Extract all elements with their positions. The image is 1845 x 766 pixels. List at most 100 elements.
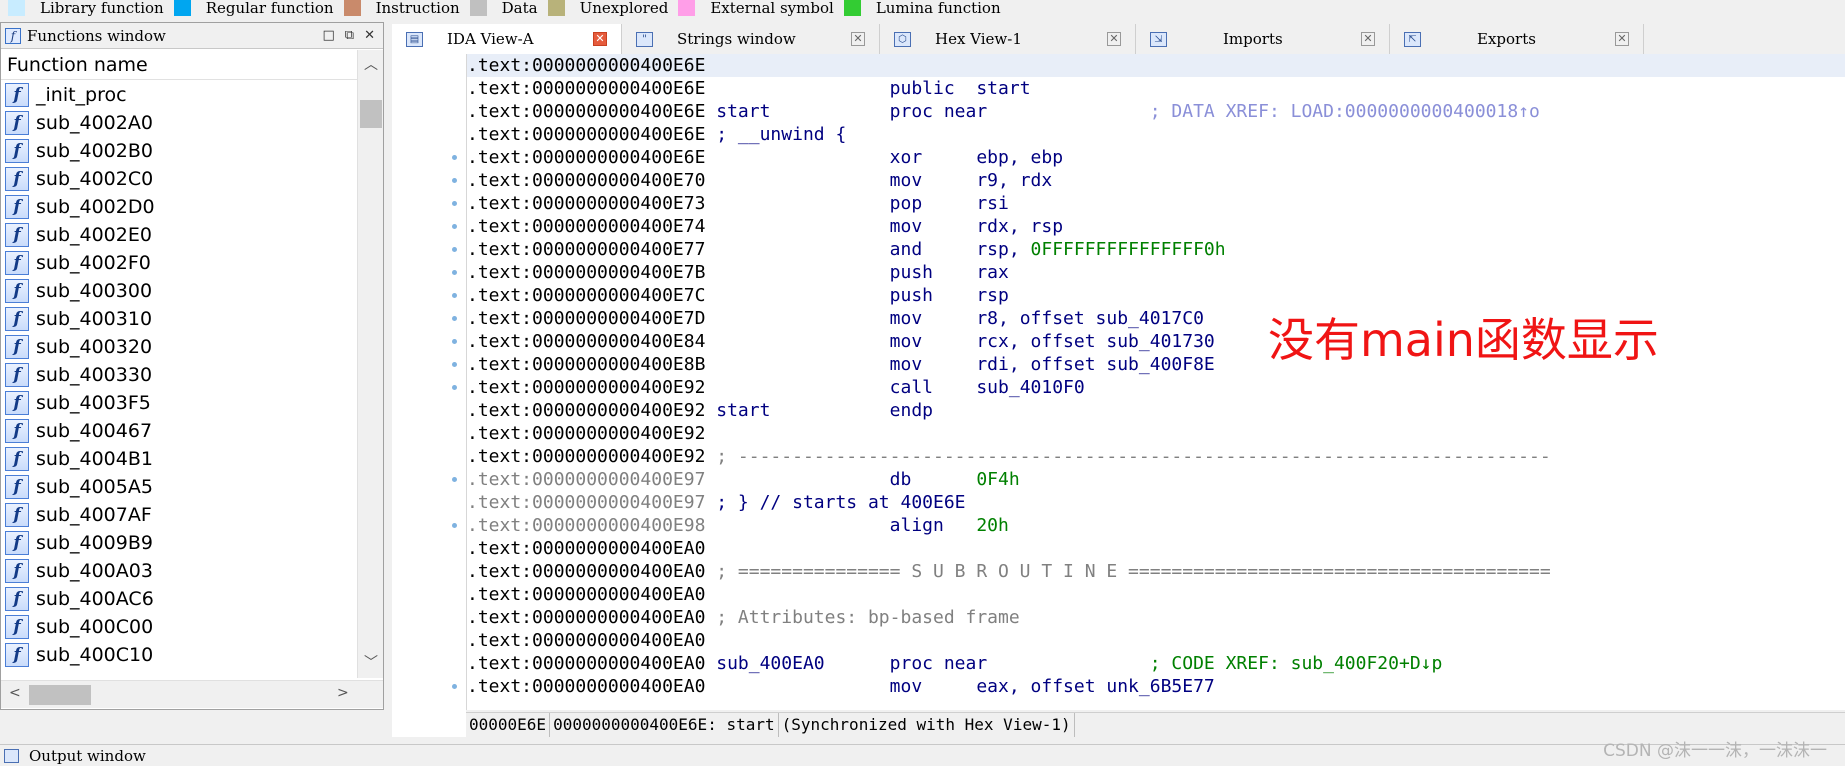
restore-icon[interactable]: □: [323, 28, 335, 43]
disasm-address: .text:0000000000400E7C: [467, 285, 717, 306]
breakpoint-dot[interactable]: [452, 523, 457, 528]
function-list-item[interactable]: f sub_4002C0: [1, 165, 357, 193]
breakpoint-dot[interactable]: [452, 362, 457, 367]
tab-hex-view-1[interactable]: ⬡ Hex View-1 ✕: [880, 24, 1136, 54]
disasm-line[interactable]: .text:0000000000400E6E: [467, 54, 1845, 77]
disasm-line[interactable]: .text:0000000000400E92: [467, 422, 1845, 445]
disasm-line[interactable]: .text:0000000000400E97 db 0F4h: [467, 468, 1845, 491]
breakpoint-dot[interactable]: [452, 385, 457, 390]
breakpoint-dot[interactable]: [452, 684, 457, 689]
breakpoint-dot[interactable]: [452, 178, 457, 183]
disasm-line[interactable]: .text:0000000000400E70 mov r9, rdx: [467, 169, 1845, 192]
function-list-item[interactable]: f sub_4002B0: [1, 137, 357, 165]
disasm-mnemonic: public: [889, 78, 977, 99]
function-list-item[interactable]: f sub_400300: [1, 277, 357, 305]
disasm-xref-comment[interactable]: ; DATA XREF: LOAD:0000000000400018↑o: [1150, 101, 1540, 122]
disasm-line[interactable]: .text:0000000000400E7B push rax: [467, 261, 1845, 284]
disasm-line[interactable]: .text:0000000000400E6E start proc near ;…: [467, 100, 1845, 123]
function-list-item[interactable]: f sub_400AC6: [1, 585, 357, 613]
close-tab-icon[interactable]: ✕: [593, 32, 607, 46]
breakpoint-dot[interactable]: [452, 155, 457, 160]
function-list-item[interactable]: f sub_4005A5: [1, 473, 357, 501]
disasm-line[interactable]: .text:0000000000400E74 mov rdx, rsp: [467, 215, 1845, 238]
functions-window: f Functions window □ ⧉ ✕ Function name f…: [0, 22, 384, 710]
disasm-line[interactable]: .text:0000000000400EA0 sub_400EA0 proc n…: [467, 652, 1845, 675]
horizontal-scrollbar[interactable]: < >: [1, 680, 383, 708]
breakpoint-dot[interactable]: [452, 247, 457, 252]
disasm-line[interactable]: .text:0000000000400E77 and rsp, 0FFFFFFF…: [467, 238, 1845, 261]
breakpoint-dot[interactable]: [452, 477, 457, 482]
close-icon[interactable]: ✕: [364, 28, 375, 43]
function-list-item[interactable]: f sub_4002E0: [1, 221, 357, 249]
function-list-item[interactable]: f sub_4009B9: [1, 529, 357, 557]
disasm-line[interactable]: .text:0000000000400E73 pop rsi: [467, 192, 1845, 215]
tab-strings-window[interactable]: " Strings window ✕: [622, 24, 880, 54]
scroll-thumb[interactable]: [360, 100, 382, 128]
output-window-bar[interactable]: Output window: [0, 744, 1845, 766]
tab-imports[interactable]: ⇲ Imports ✕: [1136, 24, 1390, 54]
disasm-xref-comment[interactable]: ; CODE XREF: sub_400F20+D↓p: [1150, 653, 1443, 674]
function-list-item[interactable]: f sub_4007AF: [1, 501, 357, 529]
disassembly-view[interactable]: .text:0000000000400E6E .text:00000000004…: [466, 54, 1845, 710]
disasm-line[interactable]: .text:0000000000400E6E xor ebp, ebp: [467, 146, 1845, 169]
close-tab-icon[interactable]: ✕: [851, 32, 865, 46]
disasm-mnemonic: align: [889, 515, 977, 536]
function-name: sub_400C10: [36, 644, 154, 666]
function-list-item[interactable]: f sub_4002F0: [1, 249, 357, 277]
breakpoint-dot[interactable]: [452, 293, 457, 298]
status-sync: (Synchronized with Hex View-1): [779, 713, 1075, 737]
disasm-line[interactable]: .text:0000000000400E92 start endp: [467, 399, 1845, 422]
close-tab-icon[interactable]: ✕: [1615, 32, 1629, 46]
scroll-up-icon[interactable]: ︿: [358, 54, 384, 74]
disasm-comment: ; Attributes: bp-based frame: [716, 607, 1020, 628]
status-location: 0000000000400E6E: start: [550, 713, 779, 737]
function-list-item[interactable]: f sub_400C00: [1, 613, 357, 641]
functions-window-titlebar[interactable]: f Functions window □ ⧉ ✕: [1, 23, 383, 49]
tab-ida-view-a[interactable]: ▤ IDA View-A ✕: [392, 24, 622, 54]
function-list-item[interactable]: f sub_400C10: [1, 641, 357, 669]
disasm-line[interactable]: .text:0000000000400EA0: [467, 537, 1845, 560]
disasm-line[interactable]: .text:0000000000400E97 ; } // starts at …: [467, 491, 1845, 514]
close-tab-icon[interactable]: ✕: [1107, 32, 1121, 46]
breakpoint-dot[interactable]: [452, 316, 457, 321]
function-list-item[interactable]: f sub_4002A0: [1, 109, 357, 137]
function-list-item[interactable]: f sub_4004B1: [1, 445, 357, 473]
scroll-right-icon[interactable]: >: [337, 685, 349, 701]
function-list-item[interactable]: f sub_4003F5: [1, 389, 357, 417]
disasm-line[interactable]: .text:0000000000400EA0: [467, 629, 1845, 652]
disasm-line[interactable]: .text:0000000000400EA0 ; ===============…: [467, 560, 1845, 583]
function-icon: f: [5, 83, 29, 107]
function-list-item[interactable]: f sub_400310: [1, 305, 357, 333]
close-tab-icon[interactable]: ✕: [1361, 32, 1375, 46]
function-list-item[interactable]: f sub_4002D0: [1, 193, 357, 221]
breakpoint-dot[interactable]: [452, 339, 457, 344]
breakpoint-dot[interactable]: [452, 224, 457, 229]
function-list-item[interactable]: f sub_400A03: [1, 557, 357, 585]
disasm-line[interactable]: .text:0000000000400E92 call sub_4010F0: [467, 376, 1845, 399]
breakpoint-dot[interactable]: [452, 270, 457, 275]
function-name-column-header[interactable]: Function name: [1, 50, 357, 80]
vertical-scrollbar[interactable]: ︿ ﹀: [357, 50, 383, 678]
scroll-down-icon[interactable]: ﹀: [358, 652, 384, 672]
scroll-left-icon[interactable]: <: [9, 685, 21, 701]
tab-exports[interactable]: ⇱ Exports ✕: [1390, 24, 1644, 54]
disasm-operands: r8, offset sub_4017C0: [976, 308, 1204, 329]
tab-label: Strings window: [677, 30, 796, 48]
function-list-item[interactable]: f sub_400330: [1, 361, 357, 389]
disasm-line[interactable]: .text:0000000000400E6E public start: [467, 77, 1845, 100]
disasm-line[interactable]: .text:0000000000400EA0 mov eax, offset u…: [467, 675, 1845, 698]
disasm-indent: [716, 147, 889, 168]
disasm-line[interactable]: .text:0000000000400EA0: [467, 583, 1845, 606]
disasm-line[interactable]: .text:0000000000400E92 ; ---------------…: [467, 445, 1845, 468]
function-list-item[interactable]: f sub_400320: [1, 333, 357, 361]
disasm-mnemonic: mov: [889, 216, 977, 237]
function-icon: f: [5, 531, 29, 555]
float-icon[interactable]: ⧉: [345, 28, 354, 43]
hscroll-thumb[interactable]: [29, 685, 91, 705]
disasm-line[interactable]: .text:0000000000400E98 align 20h: [467, 514, 1845, 537]
function-list-item[interactable]: f sub_400467: [1, 417, 357, 445]
disasm-line[interactable]: .text:0000000000400E6E ; __unwind {: [467, 123, 1845, 146]
breakpoint-dot[interactable]: [452, 201, 457, 206]
function-list-item[interactable]: f _init_proc: [1, 81, 357, 109]
disasm-line[interactable]: .text:0000000000400EA0 ; Attributes: bp-…: [467, 606, 1845, 629]
